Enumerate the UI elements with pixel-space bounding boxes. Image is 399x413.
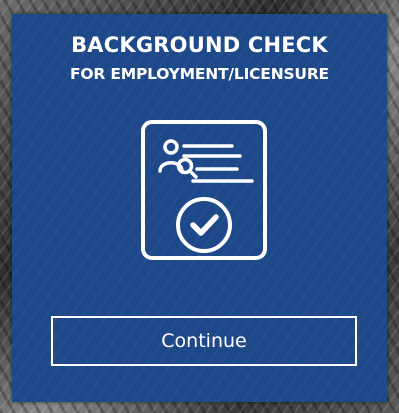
continue-button[interactable]: Continue	[51, 316, 357, 366]
card-subtitle: FOR EMPLOYMENT/LICENSURE	[70, 65, 329, 83]
document-person-check-icon	[140, 119, 268, 261]
card-title: BACKGROUND CHECK	[71, 33, 328, 57]
background-check-card: BACKGROUND CHECK FOR EMPLOYMENT/LICENSUR…	[12, 14, 387, 402]
